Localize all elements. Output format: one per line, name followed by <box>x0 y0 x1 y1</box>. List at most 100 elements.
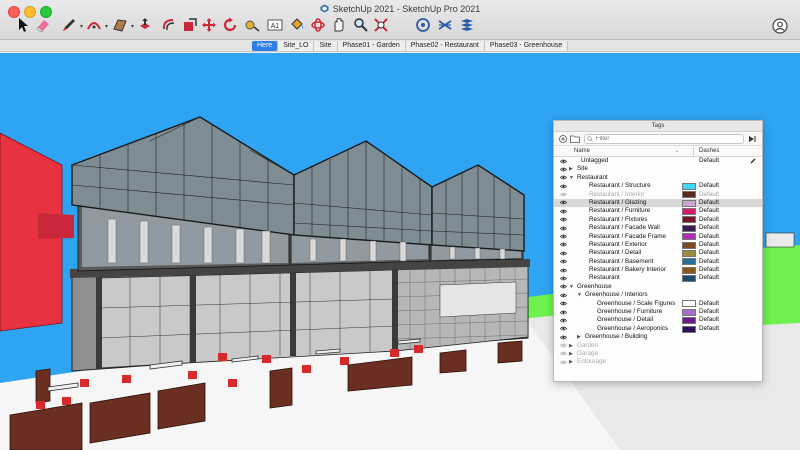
tag-color-swatch[interactable] <box>682 199 696 207</box>
tag-row[interactable]: ▶ Entourage <box>554 358 762 366</box>
tag-color-swatch[interactable] <box>682 241 696 249</box>
tag-color-swatch[interactable] <box>682 249 696 257</box>
tag-row[interactable]: Restaurant / Glazing Default <box>554 198 762 208</box>
add-tag-icon[interactable] <box>559 135 567 143</box>
visibility-eye-icon[interactable] <box>560 259 567 264</box>
visibility-eye-icon[interactable] <box>560 326 567 331</box>
tag-color-swatch[interactable] <box>682 275 696 283</box>
tag-row[interactable]: ▼ Restaurant <box>554 174 762 182</box>
tag-color-swatch[interactable] <box>682 325 696 333</box>
column-dashes[interactable]: Dashes <box>699 146 719 157</box>
visibility-eye-icon[interactable] <box>560 343 567 348</box>
visibility-eye-icon[interactable] <box>560 192 567 197</box>
tag-dash-style[interactable]: Default <box>699 199 719 207</box>
tag-color-swatch[interactable] <box>682 182 696 190</box>
visibility-eye-icon[interactable] <box>560 209 567 214</box>
visibility-eye-icon[interactable] <box>560 276 567 281</box>
tag-row[interactable]: ▶ Garden <box>554 342 762 350</box>
visibility-eye-icon[interactable] <box>560 310 567 315</box>
arc-tool-button[interactable]: ▾ <box>85 16 108 34</box>
expand-right-icon[interactable]: ▶ <box>577 333 581 341</box>
move-tool-button[interactable] <box>200 16 218 34</box>
tag-dash-style[interactable]: Default <box>699 182 719 190</box>
zoom-extents-tool-button[interactable] <box>372 16 390 34</box>
tag-dash-style[interactable]: Default <box>699 316 719 324</box>
tag-dash-style[interactable]: Default <box>699 308 719 316</box>
visibility-eye-icon[interactable] <box>560 318 567 323</box>
tag-row[interactable]: Restaurant / Furniture Default <box>554 207 762 216</box>
visibility-eye-icon[interactable] <box>560 301 567 306</box>
visibility-eye-icon[interactable] <box>560 184 567 189</box>
scene-tab-site[interactable]: Site <box>314 41 338 51</box>
expand-down-icon[interactable]: ▼ <box>569 283 574 291</box>
tag-dash-style[interactable]: Default <box>699 325 719 333</box>
visibility-eye-icon[interactable] <box>560 335 567 340</box>
tag-dash-style[interactable]: Default <box>699 274 719 282</box>
tag-row[interactable]: Restaurant / Bakery Interior Default <box>554 266 762 274</box>
tag-color-swatch[interactable] <box>682 233 696 241</box>
expand-right-icon[interactable]: ▶ <box>569 358 573 366</box>
tag-row[interactable]: Untagged Default <box>554 157 762 165</box>
tag-row[interactable]: ▶ Garage <box>554 350 762 358</box>
tag-dash-style[interactable]: Default <box>699 157 719 165</box>
visibility-eye-icon[interactable] <box>560 268 567 273</box>
zoom-tool-button[interactable] <box>352 16 370 34</box>
tag-color-swatch[interactable] <box>682 224 696 232</box>
visibility-eye-icon[interactable] <box>560 351 567 356</box>
scene-tab-here[interactable]: Here <box>252 41 279 51</box>
visibility-eye-icon[interactable] <box>560 242 567 247</box>
tag-row[interactable]: ▶ Site <box>554 165 762 173</box>
tag-row[interactable]: Restaurant / Facade Frame Default <box>554 233 762 241</box>
tag-color-swatch[interactable] <box>682 308 696 316</box>
tag-color-swatch[interactable] <box>682 191 696 199</box>
tag-dash-style[interactable]: Default <box>699 241 719 249</box>
profile-icon[interactable] <box>772 18 788 34</box>
visibility-eye-icon[interactable] <box>560 293 567 298</box>
tag-color-swatch[interactable] <box>682 300 696 308</box>
tag-row[interactable]: ▶ Greenhouse / Building <box>554 333 762 341</box>
tape-measure-tool-button[interactable] <box>243 16 261 34</box>
pencil-tool-button[interactable]: ▾ <box>60 16 83 34</box>
details-arrow-icon[interactable] <box>748 135 757 143</box>
push-pull-tool-button[interactable] <box>136 16 154 34</box>
expand-right-icon[interactable]: ▶ <box>569 165 573 173</box>
column-name[interactable]: Name <box>574 146 590 157</box>
tag-dash-style[interactable]: Default <box>699 266 719 274</box>
visibility-eye-icon[interactable] <box>560 159 567 164</box>
tag-row[interactable]: ▼ Greenhouse <box>554 283 762 291</box>
visibility-eye-icon[interactable] <box>560 226 567 231</box>
visibility-eye-icon[interactable] <box>560 217 567 222</box>
tag-row[interactable]: Restaurant Default <box>554 274 762 283</box>
tag-color-swatch[interactable] <box>682 258 696 266</box>
scene-tab-phase02[interactable]: Phase02 - Restaurant <box>405 41 485 51</box>
tag-row[interactable]: Restaurant / Exterior Default <box>554 241 762 249</box>
tag-dash-style[interactable]: Default <box>699 258 719 266</box>
scene-tab-phase03[interactable]: Phase03 - Greenhouse <box>484 41 569 51</box>
text-tool-button[interactable]: A1 <box>266 16 284 34</box>
expand-right-icon[interactable]: ▶ <box>569 342 573 350</box>
expand-right-icon[interactable]: ▶ <box>569 350 573 358</box>
tag-row[interactable]: Greenhouse / Detail Default <box>554 316 762 325</box>
warehouse-tool-button[interactable] <box>414 16 432 34</box>
tag-color-swatch[interactable] <box>682 317 696 325</box>
expand-down-icon[interactable]: ▼ <box>569 174 574 182</box>
tag-color-swatch[interactable] <box>682 208 696 216</box>
tag-row[interactable]: Greenhouse / Furniture Default <box>554 308 762 316</box>
orbit-tool-button[interactable] <box>309 16 327 34</box>
paint-bucket-tool-button[interactable] <box>288 16 306 34</box>
tag-row[interactable]: Greenhouse / Scale Figures Default <box>554 300 762 308</box>
visibility-eye-icon[interactable] <box>560 234 567 239</box>
tag-dash-style[interactable]: Default <box>699 224 719 232</box>
offset-tool-button[interactable] <box>160 16 178 34</box>
tag-row[interactable]: Restaurant / Basement Default <box>554 258 762 266</box>
pan-tool-button[interactable] <box>330 16 348 34</box>
visibility-eye-icon[interactable] <box>560 175 567 180</box>
tag-color-swatch[interactable] <box>682 266 696 274</box>
tag-row[interactable]: ▼ Greenhouse / Interiors <box>554 291 762 299</box>
tag-row[interactable]: Restaurant / Detail Default <box>554 249 762 257</box>
visibility-eye-icon[interactable] <box>560 251 567 256</box>
tags-filter-input[interactable] <box>584 134 744 144</box>
visibility-eye-icon[interactable] <box>560 200 567 205</box>
visibility-eye-icon[interactable] <box>560 167 567 172</box>
tag-dash-style[interactable]: Default <box>699 249 719 257</box>
